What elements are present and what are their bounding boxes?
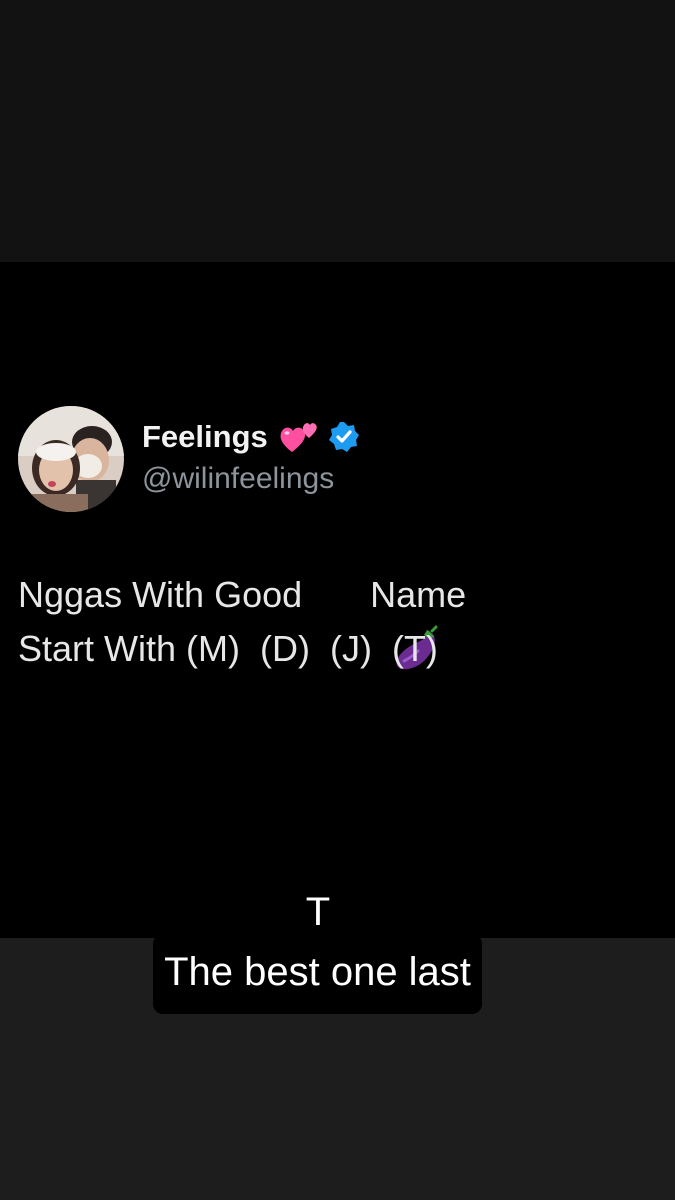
author-avatar [18,406,124,512]
author-handle: @wilinfeelings [142,462,335,495]
author-name-row: Feelings [142,414,360,460]
eggplant-icon [312,571,438,670]
couple-profile-photo [18,406,124,512]
tweet-text: Nggas With Good Name Start With (M) (D) … [18,568,658,676]
tweet-text-part-1: Nggas With Good [18,574,303,615]
top-background-band [0,0,675,262]
caption-line-1: T [296,888,340,936]
tweet-text-line-2: Start With (M) (D) (J) (T) [18,628,438,669]
tweet-text-part-2: Name [370,574,467,615]
verified-badge-icon [328,421,360,453]
author-name: Feelings [142,419,268,454]
tweet-line-1: Nggas With Good Name [18,568,658,670]
tweet-line-2: Start With (M) (D) (J) (T) [18,622,658,676]
story-screen: Feelings @wilinfeelings Nggas With Good [0,0,675,1200]
two-hearts-icon [278,418,320,456]
caption-line-2: The best one last [153,934,482,1014]
